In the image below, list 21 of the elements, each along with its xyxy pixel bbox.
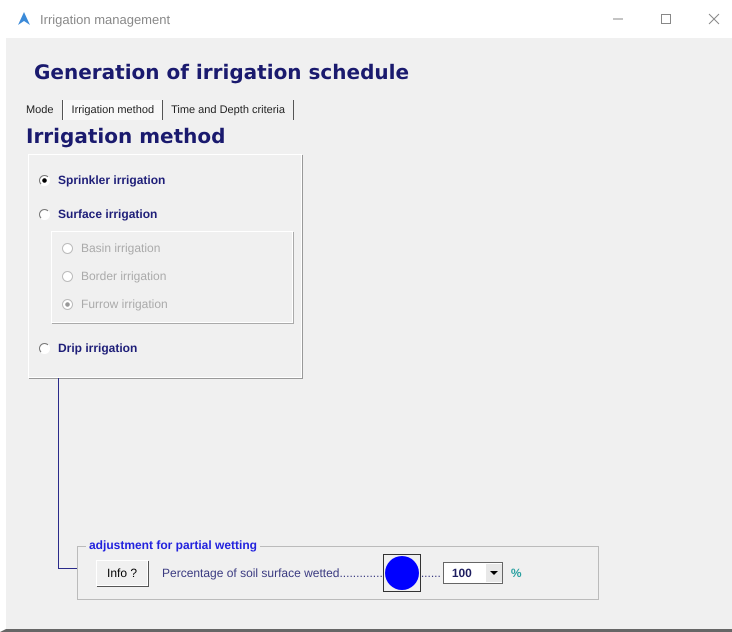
tab[interactable]: Irrigation method <box>62 100 164 120</box>
leader-dots: ...... <box>420 566 441 580</box>
maximize-icon[interactable] <box>660 13 672 25</box>
group-title: adjustment for partial wetting <box>86 538 260 552</box>
close-icon[interactable] <box>708 13 720 25</box>
info-button[interactable]: Info ? <box>96 560 148 586</box>
radio-option[interactable]: Sprinkler irrigation <box>29 163 301 197</box>
unit-label: % <box>510 566 522 580</box>
page-heading: Generation of irrigation schedule <box>33 59 410 84</box>
tab[interactable]: Time and Depth criteria <box>163 100 294 120</box>
radio-button[interactable] <box>39 208 50 220</box>
radio-button[interactable] <box>39 342 50 354</box>
radio-option[interactable]: Drip irrigation <box>29 331 301 365</box>
window-title: Irrigation management <box>40 12 170 26</box>
radio-button[interactable] <box>39 174 50 186</box>
wetted-label: Percentage of soil surface wetted............. <box>162 566 383 580</box>
circle-indicator-icon <box>382 554 421 592</box>
percent-dropdown[interactable]: 100 <box>442 562 503 584</box>
section-title: Irrigation method <box>25 123 226 148</box>
radio-option[interactable]: Surface irrigation <box>29 197 301 231</box>
app-icon <box>16 11 32 27</box>
